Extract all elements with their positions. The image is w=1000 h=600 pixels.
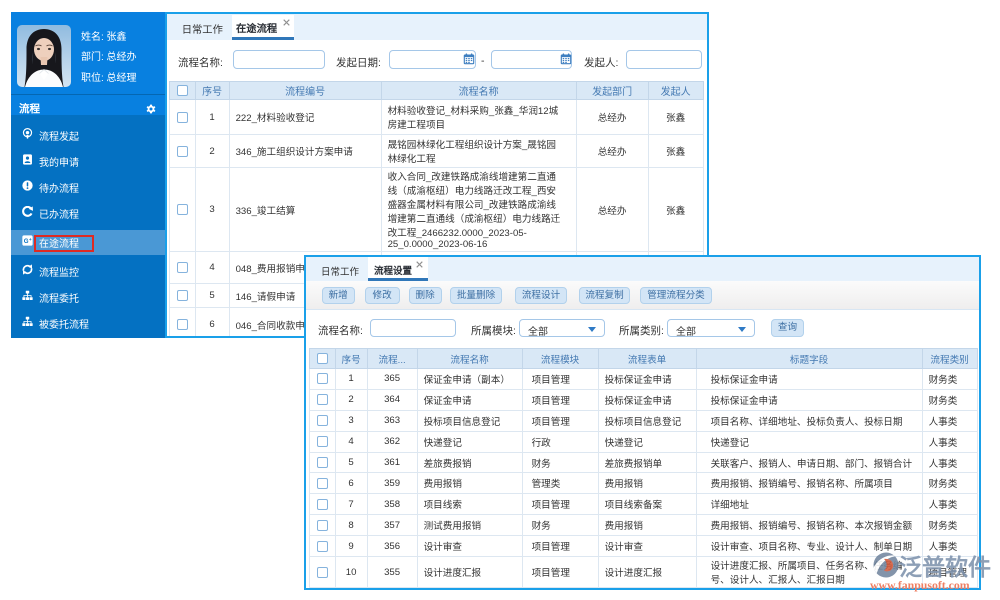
svg-text:www.fanpusoft.com: www.fanpusoft.com	[870, 578, 970, 592]
svg-text:+: +	[29, 238, 32, 243]
svg-text:泛普软件: 泛普软件	[899, 554, 991, 580]
svg-text:G: G	[24, 237, 29, 244]
